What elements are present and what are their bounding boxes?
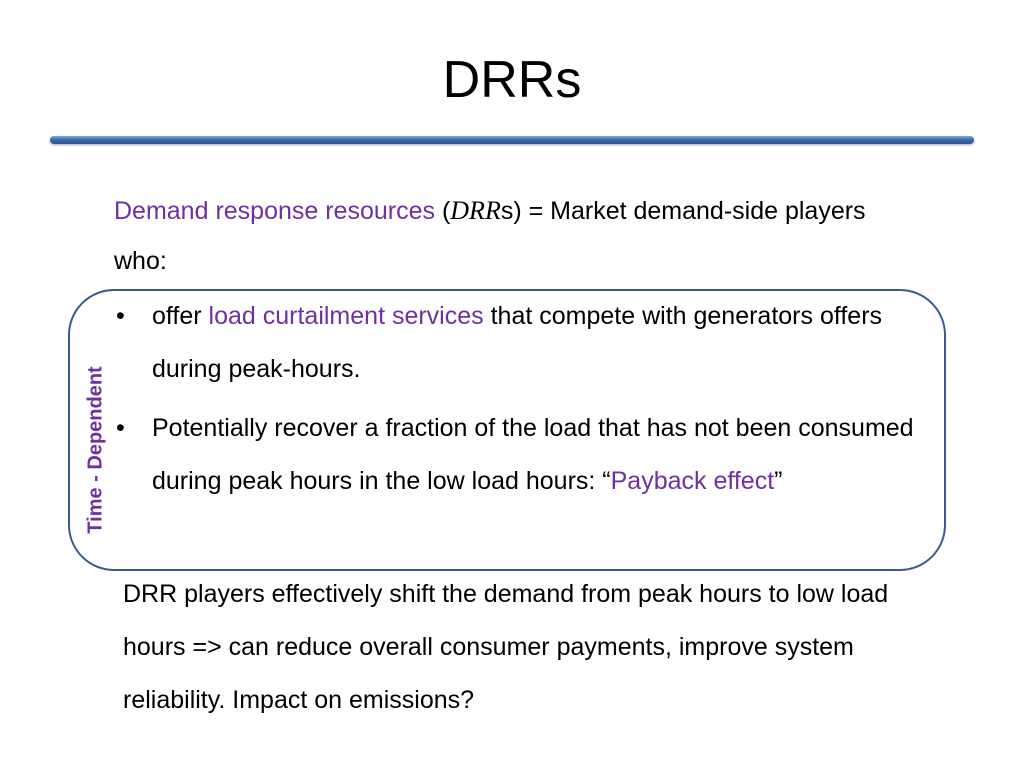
bullet-list: • offer load curtailment services that co…: [110, 290, 930, 514]
side-label-time-dependent: Time - Dependent: [84, 366, 107, 534]
intro-paragraph: Demand response resources (DRRs) = Marke…: [114, 186, 904, 286]
title-divider: [50, 136, 974, 144]
bullet-highlight: Payback effect: [610, 467, 775, 495]
intro-paren-open: (: [435, 197, 451, 225]
bullet-text-pre: offer: [152, 302, 209, 330]
intro-term: Demand response resources: [114, 197, 435, 225]
bullet-text-pre: Potentially recover a fraction of the lo…: [152, 414, 914, 495]
bullet-item: • Potentially recover a fraction of the l…: [110, 402, 930, 508]
slide: DRRs Demand response resources (DRRs) = …: [0, 0, 1024, 768]
bullet-highlight: load curtailment services: [208, 302, 484, 330]
bullet-marker: •: [116, 414, 125, 442]
outro-paragraph: DRR players effectively shift the demand…: [123, 580, 889, 714]
bullet-marker: •: [116, 302, 125, 330]
intro-abbr-italic: DRR: [450, 196, 501, 225]
slide-title: DRRs: [442, 51, 582, 109]
bullet-item: • offer load curtailment services that co…: [110, 290, 930, 396]
bullet-text-post: ”: [774, 467, 783, 495]
